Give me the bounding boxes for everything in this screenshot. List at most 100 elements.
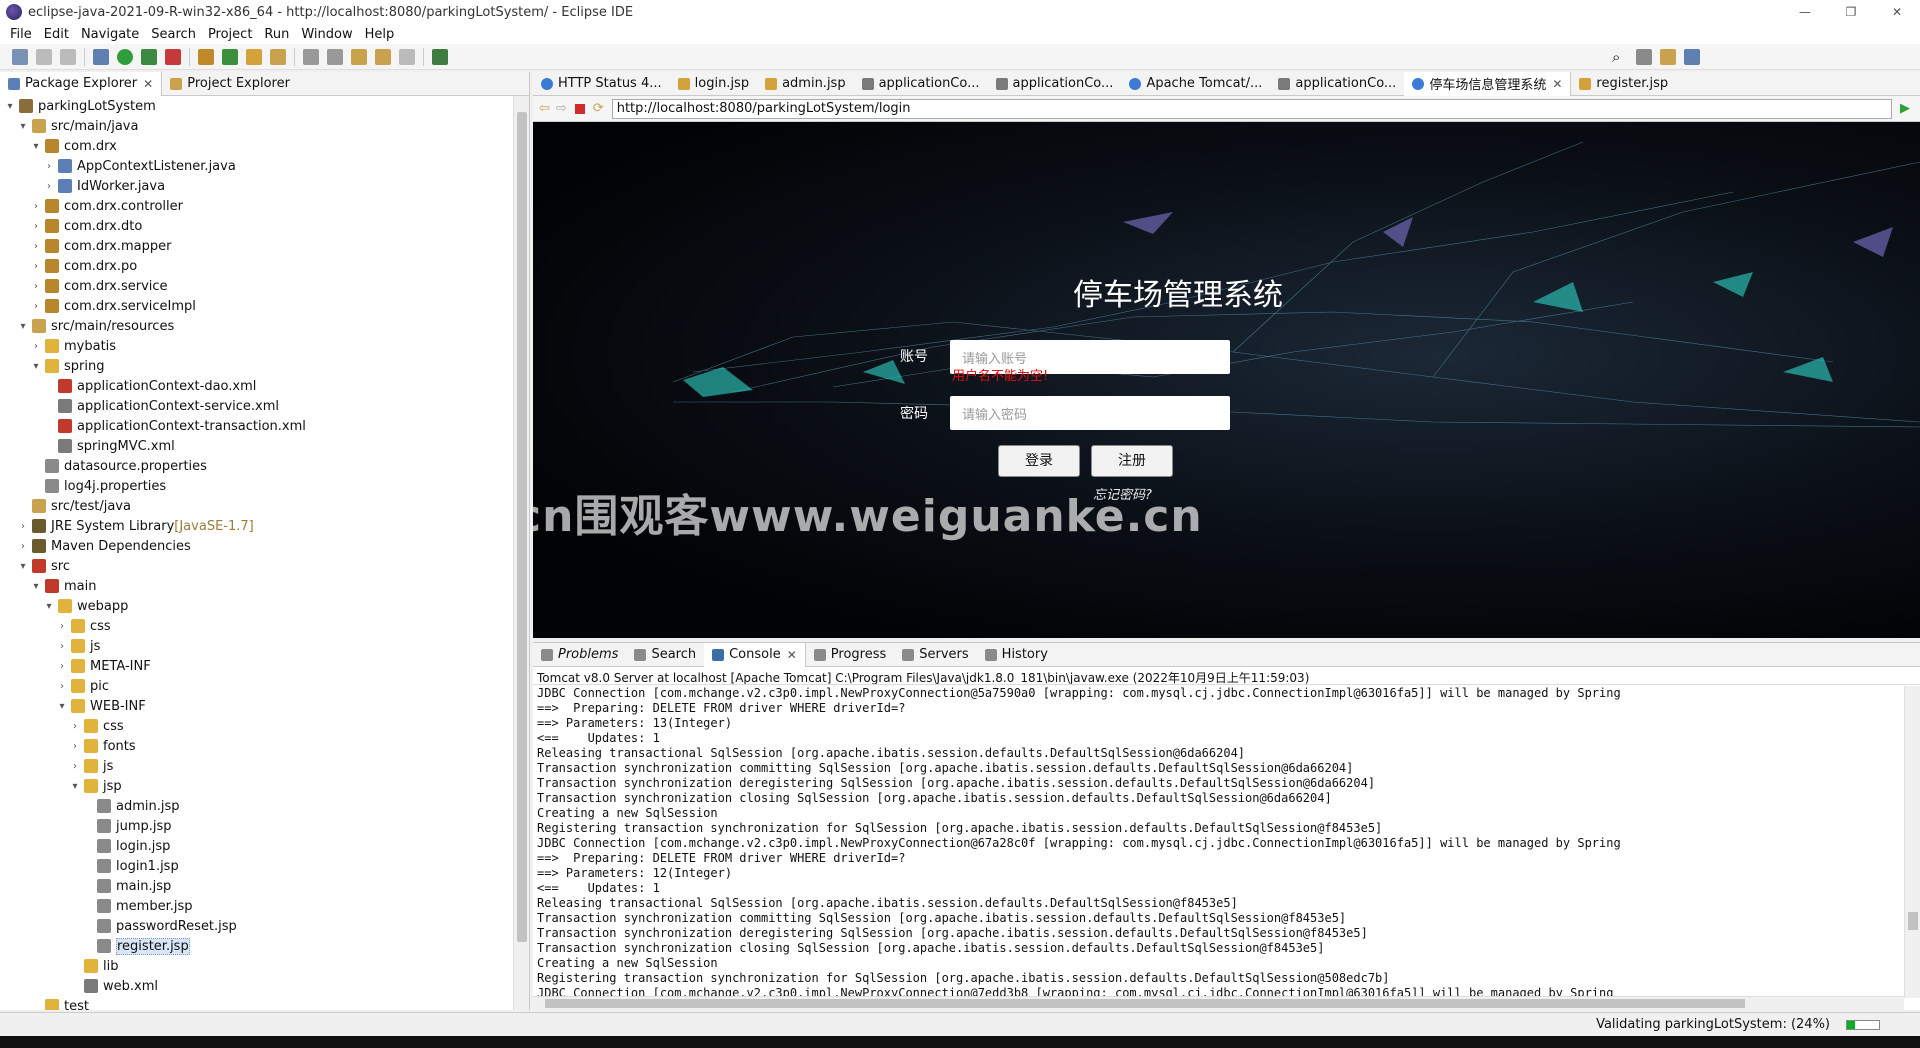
tree-item[interactable]: › JRE System Library [JavaSE-1.7] [0, 516, 514, 536]
menu-window[interactable]: Window [301, 27, 352, 42]
tree-item[interactable]: › pic [0, 676, 514, 696]
chevron-right-icon[interactable]: › [30, 221, 42, 232]
tab-project-explorer[interactable]: Project Explorer [162, 72, 298, 96]
tree-item[interactable]: ▾ main [0, 576, 514, 596]
tree-item[interactable]: ▾ jsp [0, 776, 514, 796]
tree-item[interactable]: ▾ spring [0, 356, 514, 376]
minimize-icon[interactable]: — [1782, 0, 1828, 24]
editor-tab[interactable]: applicationCo... [1270, 72, 1404, 96]
editor-tab[interactable]: admin.jsp [757, 72, 854, 96]
editor-tab[interactable]: applicationCo... [988, 72, 1122, 96]
coverage-icon[interactable] [141, 48, 157, 65]
open-type-icon[interactable] [246, 48, 262, 65]
close-icon[interactable]: ✕ [787, 648, 797, 662]
run-icon[interactable] [117, 48, 133, 65]
tree-item[interactable]: passwordReset.jsp [0, 916, 514, 936]
new-class-icon[interactable] [222, 48, 238, 65]
editor-tab[interactable]: login.jsp [670, 72, 757, 96]
tree-item[interactable]: › IdWorker.java [0, 176, 514, 196]
chevron-right-icon[interactable]: › [56, 641, 68, 652]
tab-progress[interactable]: Progress [806, 643, 894, 667]
chevron-right-icon[interactable]: › [69, 741, 81, 752]
new-icon[interactable] [12, 48, 28, 65]
explorer-scrollbar[interactable] [513, 96, 529, 1010]
tree-item[interactable]: › com.drx.mapper [0, 236, 514, 256]
tree-item[interactable]: lib [0, 956, 514, 976]
tree-item[interactable]: log4j.properties [0, 476, 514, 496]
chevron-right-icon[interactable]: › [30, 261, 42, 272]
menu-file[interactable]: File [10, 27, 32, 42]
chevron-right-icon[interactable]: › [30, 241, 42, 252]
external-tools-icon[interactable] [165, 48, 181, 65]
tree-item[interactable]: admin.jsp [0, 796, 514, 816]
chevron-down-icon[interactable]: ▾ [30, 361, 42, 372]
password-input[interactable]: 请输入密码 [950, 396, 1230, 430]
chevron-right-icon[interactable]: › [30, 341, 42, 352]
editor-tab[interactable]: register.jsp [1571, 72, 1676, 96]
chevron-down-icon[interactable]: ▾ [4, 101, 16, 112]
tree-item[interactable]: ▾ com.drx [0, 136, 514, 156]
chevron-right-icon[interactable]: › [30, 201, 42, 212]
chevron-right-icon[interactable]: › [56, 621, 68, 632]
menu-project[interactable]: Project [208, 27, 252, 42]
prev-annotation-icon[interactable] [327, 48, 343, 65]
chevron-right-icon[interactable]: › [17, 541, 29, 552]
scrollbar-thumb[interactable] [545, 999, 1745, 1008]
stop-icon[interactable] [574, 103, 585, 114]
back-icon[interactable] [375, 48, 391, 65]
tree-item[interactable]: ▾ src/main/resources [0, 316, 514, 336]
editor-tab[interactable]: applicationCo... [854, 72, 988, 96]
tree-item[interactable]: › com.drx.serviceImpl [0, 296, 514, 316]
login-button[interactable]: 登录 [998, 445, 1080, 477]
tree-item[interactable]: › com.drx.controller [0, 196, 514, 216]
tree-item[interactable]: main.jsp [0, 876, 514, 896]
progress-bar[interactable] [1846, 1020, 1880, 1030]
console-hscrollbar[interactable] [533, 996, 1904, 1010]
chevron-down-icon[interactable]: ▾ [56, 701, 68, 712]
debug-icon[interactable] [93, 48, 109, 65]
tree-item[interactable]: register.jsp [0, 936, 514, 956]
chevron-down-icon[interactable]: ▾ [17, 121, 29, 132]
open-browser-icon[interactable] [432, 48, 448, 65]
tree-item[interactable]: › fonts [0, 736, 514, 756]
editor-tab[interactable]: HTTP Status 4... [533, 72, 670, 96]
search-toolbar-icon[interactable] [270, 48, 286, 65]
menu-search[interactable]: Search [151, 27, 196, 42]
back-arrow-icon[interactable]: ⇦ [539, 101, 550, 116]
chevron-down-icon[interactable]: ▾ [30, 141, 42, 152]
tab-servers[interactable]: Servers [894, 643, 976, 667]
tree-item[interactable]: web.xml [0, 976, 514, 996]
chevron-right-icon[interactable]: › [43, 161, 55, 172]
next-annotation-icon[interactable] [303, 48, 319, 65]
tree-item[interactable]: › mybatis [0, 336, 514, 356]
tree-item[interactable]: › AppContextListener.java [0, 156, 514, 176]
chevron-right-icon[interactable]: › [56, 681, 68, 692]
menu-help[interactable]: Help [365, 27, 395, 42]
tree-item[interactable]: login.jsp [0, 836, 514, 856]
chevron-down-icon[interactable]: ▾ [43, 601, 55, 612]
tree-item[interactable]: ▾ src/main/java [0, 116, 514, 136]
last-edit-icon[interactable] [351, 48, 367, 65]
menu-run[interactable]: Run [264, 27, 289, 42]
chevron-right-icon[interactable]: › [30, 281, 42, 292]
tree-item[interactable]: › css [0, 716, 514, 736]
forward-icon[interactable] [399, 48, 415, 65]
tab-search[interactable]: Search [626, 643, 704, 667]
register-button[interactable]: 注册 [1091, 445, 1173, 477]
tree-item[interactable]: applicationContext-transaction.xml [0, 416, 514, 436]
chevron-right-icon[interactable]: › [69, 761, 81, 772]
save-all-icon[interactable] [60, 48, 76, 65]
tree-item[interactable]: › com.drx.dto [0, 216, 514, 236]
tree-item[interactable]: ▾ WEB-INF [0, 696, 514, 716]
tree-item[interactable]: › css [0, 616, 514, 636]
close-icon[interactable]: ✕ [1552, 77, 1562, 91]
refresh-icon[interactable]: ⟳ [593, 101, 604, 116]
tab-history[interactable]: History [977, 643, 1056, 667]
editor-tab[interactable]: Apache Tomcat/... [1121, 72, 1270, 96]
java-perspective-icon[interactable] [1684, 48, 1700, 65]
go-icon[interactable]: ▶ [1900, 101, 1910, 116]
tree-item[interactable]: ▾ webapp [0, 596, 514, 616]
tree-item[interactable]: login1.jsp [0, 856, 514, 876]
chevron-right-icon[interactable]: › [56, 661, 68, 672]
tree-item[interactable]: member.jsp [0, 896, 514, 916]
